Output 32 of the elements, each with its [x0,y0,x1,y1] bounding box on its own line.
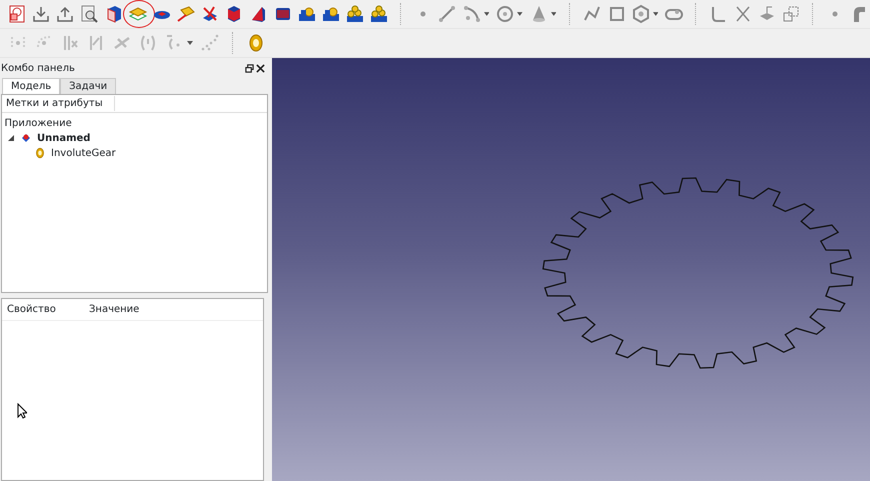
3d-viewport[interactable] [272,58,870,481]
tree-item[interactable]: Unnamed [37,130,90,146]
caret-icon[interactable] [550,12,556,16]
line-icon[interactable] [437,4,458,24]
hexagon-icon[interactable] [630,4,651,24]
arc-icon[interactable] [462,4,482,24]
tree-root: Приложение [4,118,72,128]
document-icon [20,132,32,144]
circle-icon[interactable] [495,4,516,24]
panel-title: Комбо панель [1,62,75,76]
dotted-constraint-icon[interactable] [200,33,220,53]
caret-icon[interactable] [187,41,193,45]
tab[interactable]: Модель [2,78,60,94]
construction-icon[interactable] [780,4,801,24]
tree-item[interactable]: InvoluteGear [51,146,116,160]
caret-icon[interactable] [652,12,658,16]
column-header: Метки и атрибуты [2,96,115,111]
print-preview-icon[interactable] [79,4,100,24]
mouse-cursor-icon [17,403,27,419]
import-icon[interactable] [31,4,52,24]
close-icon[interactable] [256,64,265,72]
export-icon[interactable] [55,4,76,24]
column-header: Значение [88,303,140,317]
float-icon[interactable] [244,64,254,72]
column-header: Свойство [6,303,57,317]
tab[interactable]: Задачи [60,78,116,94]
caret-icon[interactable] [517,12,523,16]
caret-icon[interactable] [484,12,490,16]
studs-icon[interactable] [345,4,366,24]
new-document-icon[interactable] [7,4,28,24]
expand-toggle-icon[interactable] [8,135,14,141]
studs-icon[interactable] [369,4,390,24]
